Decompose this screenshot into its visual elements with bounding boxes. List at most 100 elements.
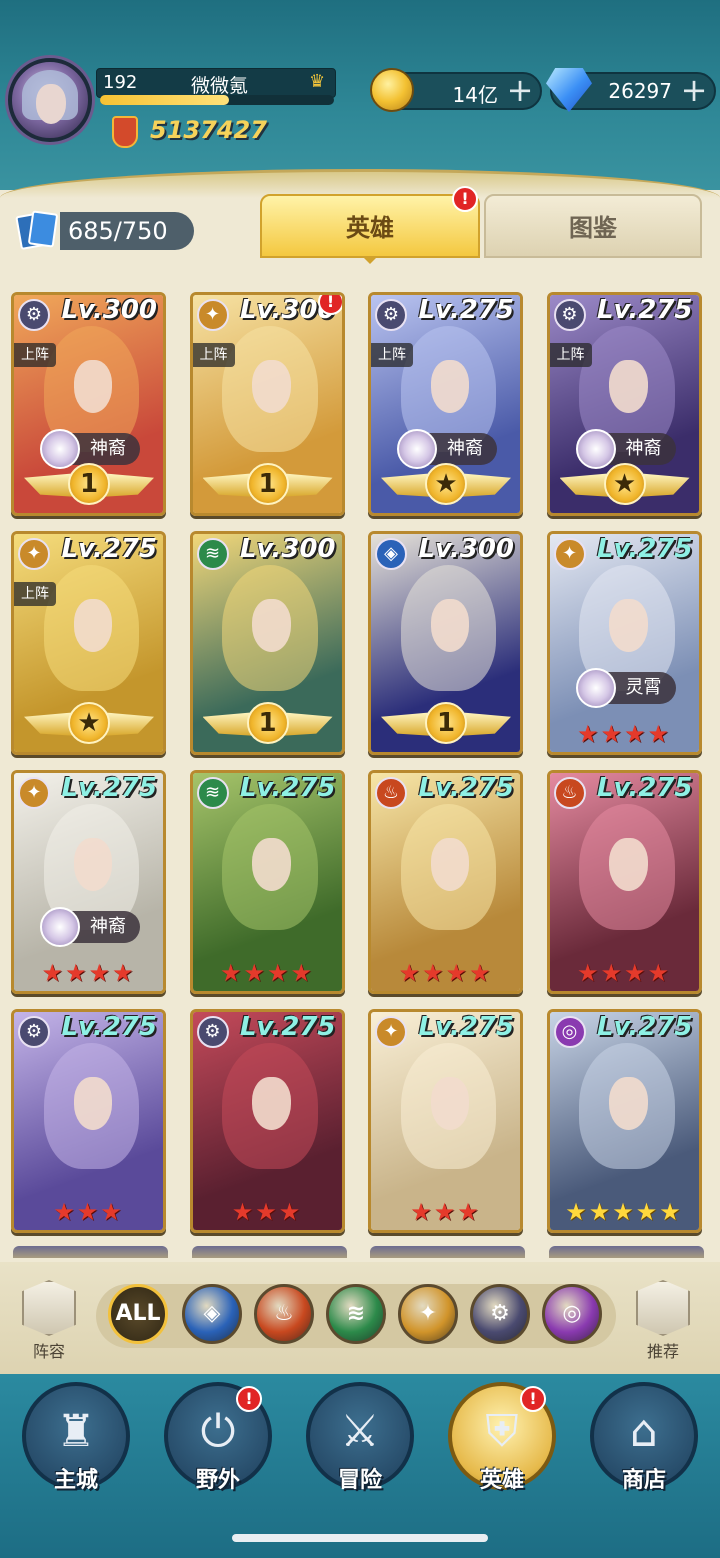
deployed-tag: 上阵	[14, 343, 56, 367]
hero-card-count: 685/750	[60, 212, 194, 250]
faction-icon: ⚙	[375, 299, 407, 331]
faction-icon: ✦	[196, 299, 229, 331]
tier-tag: 灵霄	[575, 668, 676, 708]
faction-icon: ✦	[18, 538, 50, 570]
filter-wind-button[interactable]: ≋	[326, 1284, 386, 1344]
rank-wings: ★	[559, 463, 690, 507]
deployed-tag: 上阵	[14, 582, 56, 606]
tier-label: 神裔	[447, 438, 483, 459]
filter-void-button[interactable]: ◎	[542, 1284, 602, 1344]
filter-dark-button[interactable]: ⚙	[470, 1284, 530, 1344]
tab-heroes[interactable]: 英雄	[260, 194, 480, 258]
hero-card[interactable]: ◈ Lv.300 1	[368, 531, 523, 755]
rank-wings: 1	[24, 463, 154, 507]
nav-heroes[interactable]: ⛨ 英雄!	[444, 1382, 560, 1500]
hero-level: Lv.275	[61, 534, 157, 564]
hero-card[interactable]: ✦ Lv.275 上阵 ★	[11, 531, 166, 755]
hero-card-partial[interactable]	[549, 1246, 704, 1258]
faction-icon: ⚙	[553, 299, 586, 331]
rank-value: 1	[68, 463, 110, 505]
player-level: 192	[103, 72, 138, 93]
nav-adventure[interactable]: ⚔ 冒险	[302, 1382, 418, 1500]
nav-label: 主城	[53, 1468, 98, 1493]
lineup-icon	[22, 1280, 76, 1336]
star-rating: ★★★★	[219, 959, 315, 987]
bottom-nav: ♜ 主城 ⏻ 野外! ⚔ 冒险 ⛨ 英雄! ⌂ 商店	[0, 1374, 720, 1558]
star-rating: ★★★★	[576, 959, 672, 987]
faction-icon: ≋	[196, 538, 229, 570]
recommend-button[interactable]: 推荐	[628, 1280, 698, 1362]
hero-level: Lv.300	[239, 534, 336, 564]
tier-tag: 神裔	[397, 429, 497, 469]
filter-fire-button[interactable]: ♨	[254, 1284, 314, 1344]
hero-card[interactable]: ✦ Lv.275 ★★★	[368, 1009, 523, 1233]
nav-home[interactable]: ♜ 主城	[18, 1382, 134, 1500]
gold-coin-icon	[370, 68, 414, 112]
lineup-label: 阵容	[32, 1342, 65, 1361]
hero-card[interactable]: ✦ Lv.275 神裔 ★★★★	[11, 770, 166, 994]
nav-icon: ⛨	[485, 1406, 519, 1457]
faction-icon: ✦	[375, 1016, 407, 1048]
tab-gallery[interactable]: 图鉴	[484, 194, 702, 258]
hero-card[interactable]: ✦ Lv.275 灵霄 ★★★★	[546, 531, 702, 755]
tier-label: 神裔	[90, 438, 126, 459]
hero-card-partial[interactable]	[370, 1246, 525, 1258]
tier-label: 神裔	[90, 916, 126, 937]
hero-card-partial[interactable]	[13, 1246, 168, 1258]
nav-icon: ⌂	[630, 1406, 658, 1457]
hero-card[interactable]: ♨ Lv.275 ★★★★	[546, 770, 702, 994]
add-gold-button[interactable]: +	[504, 74, 536, 108]
rank-wings: 1	[202, 463, 333, 507]
hero-level: Lv.275	[596, 1012, 693, 1042]
nav-label: 野外	[195, 1468, 240, 1493]
hero-card-partial[interactable]	[192, 1246, 347, 1258]
filter-water-button[interactable]: ◈	[182, 1284, 242, 1344]
hero-card[interactable]: ⚙ Lv.300 上阵 神裔 1	[11, 292, 166, 516]
star-rating: ★★★	[410, 1198, 481, 1226]
player-avatar[interactable]	[8, 58, 92, 142]
hero-card[interactable]: ⚙ Lv.275 上阵 神裔 ★	[368, 292, 523, 516]
hero-card[interactable]: ≋ Lv.275 ★★★★	[189, 770, 345, 994]
diamond-gem-icon	[546, 68, 592, 112]
star-rating: ★★★★	[398, 959, 493, 987]
hero-level: Lv.275	[596, 773, 693, 803]
hero-level: Lv.275	[239, 1012, 336, 1042]
player-info-box: 192 微微氪 ♛	[96, 68, 336, 98]
lineup-button[interactable]: 阵容	[14, 1280, 84, 1362]
nav-wild[interactable]: ⏻ 野外!	[160, 1382, 276, 1500]
rank-value: 1	[246, 463, 289, 505]
rank-wings: ★	[381, 463, 511, 507]
rank-value: ★	[603, 463, 646, 505]
nav-icon: ♜	[56, 1406, 96, 1457]
xp-bar-fill	[100, 95, 229, 105]
add-gem-button[interactable]: +	[678, 74, 710, 108]
gem-currency[interactable]: 26297 +	[546, 68, 716, 112]
active-tab-indicator	[362, 256, 378, 264]
recommend-label: 推荐	[646, 1342, 679, 1361]
hero-card[interactable]: ≋ Lv.300 1	[189, 531, 345, 755]
hero-card[interactable]: ⚙ Lv.275 ★★★	[11, 1009, 166, 1233]
hero-card[interactable]: ⚙ Lv.275 ★★★	[189, 1009, 345, 1233]
filter-light-button[interactable]: ✦	[398, 1284, 458, 1344]
top-bar: 192 微微氪 ♛ 5137427 14亿 + 26297 +	[0, 0, 720, 198]
nav-icon: ⚔	[340, 1406, 380, 1457]
hero-card[interactable]: ✦ Lv.300 上阵 1!	[189, 292, 345, 516]
nav-label: 冒险	[337, 1468, 382, 1493]
nav-label: 商店	[621, 1468, 666, 1493]
nav-shop[interactable]: ⌂ 商店	[586, 1382, 702, 1500]
tier-tag: 神裔	[40, 429, 140, 469]
hero-card[interactable]: ◎ Lv.275 ★★★★★	[546, 1009, 702, 1233]
tier-emblem-icon	[40, 907, 80, 947]
star-rating: ★★★★★	[565, 1198, 683, 1226]
xp-bar	[100, 95, 334, 105]
gold-currency[interactable]: 14亿 +	[370, 68, 542, 112]
faction-icon: ⚙	[18, 1016, 50, 1048]
avatar-face	[36, 84, 66, 124]
hero-card[interactable]: ♨ Lv.275 ★★★★	[368, 770, 523, 994]
deployed-tag: 上阵	[192, 343, 235, 367]
tier-emblem-icon	[575, 668, 616, 708]
hero-card[interactable]: ⚙ Lv.275 上阵 神裔 ★	[546, 292, 702, 516]
rank-value: ★	[425, 463, 467, 505]
star-rating: ★★★	[231, 1198, 303, 1226]
filter-all-button[interactable]: ALL	[108, 1284, 168, 1344]
